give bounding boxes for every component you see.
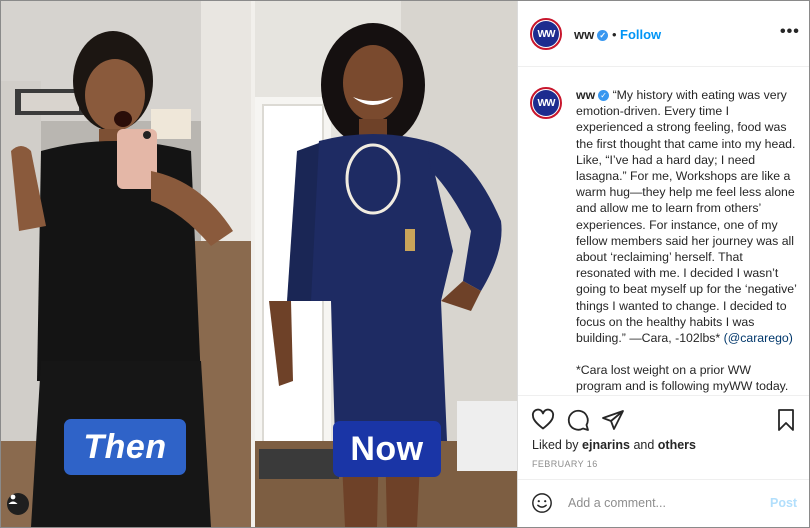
caption-footnote: *Cara lost weight on a prior WW program … bbox=[576, 363, 789, 394]
now-label: Now bbox=[333, 421, 441, 477]
action-bar: Liked by ejnarins and others FEBRUARY 16 bbox=[518, 395, 809, 478]
liked-others[interactable]: others bbox=[658, 438, 696, 452]
instagram-post-window: Then Now WW ww ✓ • Follow ••• WW ww ✓ “M… bbox=[0, 0, 810, 528]
verified-badge-icon: ✓ bbox=[597, 30, 609, 42]
liked-by-text: Liked by bbox=[532, 438, 583, 452]
caption-avatar[interactable]: WW bbox=[530, 87, 562, 119]
liked-user[interactable]: ejnarins bbox=[582, 438, 630, 452]
tagged-user-button[interactable] bbox=[7, 493, 29, 515]
mention-link[interactable]: (@cararego) bbox=[724, 331, 793, 345]
post-header: WW ww ✓ • Follow ••• bbox=[518, 1, 809, 67]
follow-button[interactable]: Follow bbox=[620, 27, 661, 42]
comment-input[interactable] bbox=[566, 495, 760, 511]
post-comment-button[interactable]: Post bbox=[770, 496, 797, 510]
more-options-icon[interactable]: ••• bbox=[780, 23, 800, 41]
separator-dot: • bbox=[612, 27, 617, 42]
bookmark-icon[interactable] bbox=[774, 408, 798, 432]
post-photo[interactable]: Then Now bbox=[1, 1, 517, 527]
avatar[interactable]: WW bbox=[530, 18, 562, 50]
post-date[interactable]: FEBRUARY 16 bbox=[532, 459, 598, 469]
share-icon[interactable] bbox=[601, 408, 625, 432]
username: ww bbox=[574, 27, 595, 42]
caption-area: WW ww ✓ “My history with eating was very … bbox=[518, 67, 809, 395]
username-link[interactable]: ww ✓ bbox=[574, 27, 609, 42]
ww-logo: WW bbox=[533, 21, 559, 47]
heart-icon[interactable] bbox=[531, 408, 555, 432]
verified-badge-icon: ✓ bbox=[598, 90, 610, 102]
post-sidebar: WW ww ✓ • Follow ••• WW ww ✓ “My history w… bbox=[517, 1, 809, 527]
likes-summary[interactable]: Liked by ejnarins and others bbox=[532, 438, 696, 452]
user-icon bbox=[8, 494, 18, 504]
caption-body: “My history with eating was very emotion… bbox=[576, 88, 797, 346]
ww-logo: WW bbox=[533, 90, 559, 116]
caption-username[interactable]: ww bbox=[576, 88, 595, 102]
caption-text: ww ✓ “My history with eating was very emo… bbox=[576, 87, 798, 395]
comment-bar: Post bbox=[518, 479, 809, 527]
then-label: Then bbox=[64, 419, 186, 475]
comment-icon[interactable] bbox=[566, 408, 590, 432]
liked-and-text: and bbox=[629, 438, 658, 452]
emoji-icon[interactable] bbox=[531, 492, 553, 514]
